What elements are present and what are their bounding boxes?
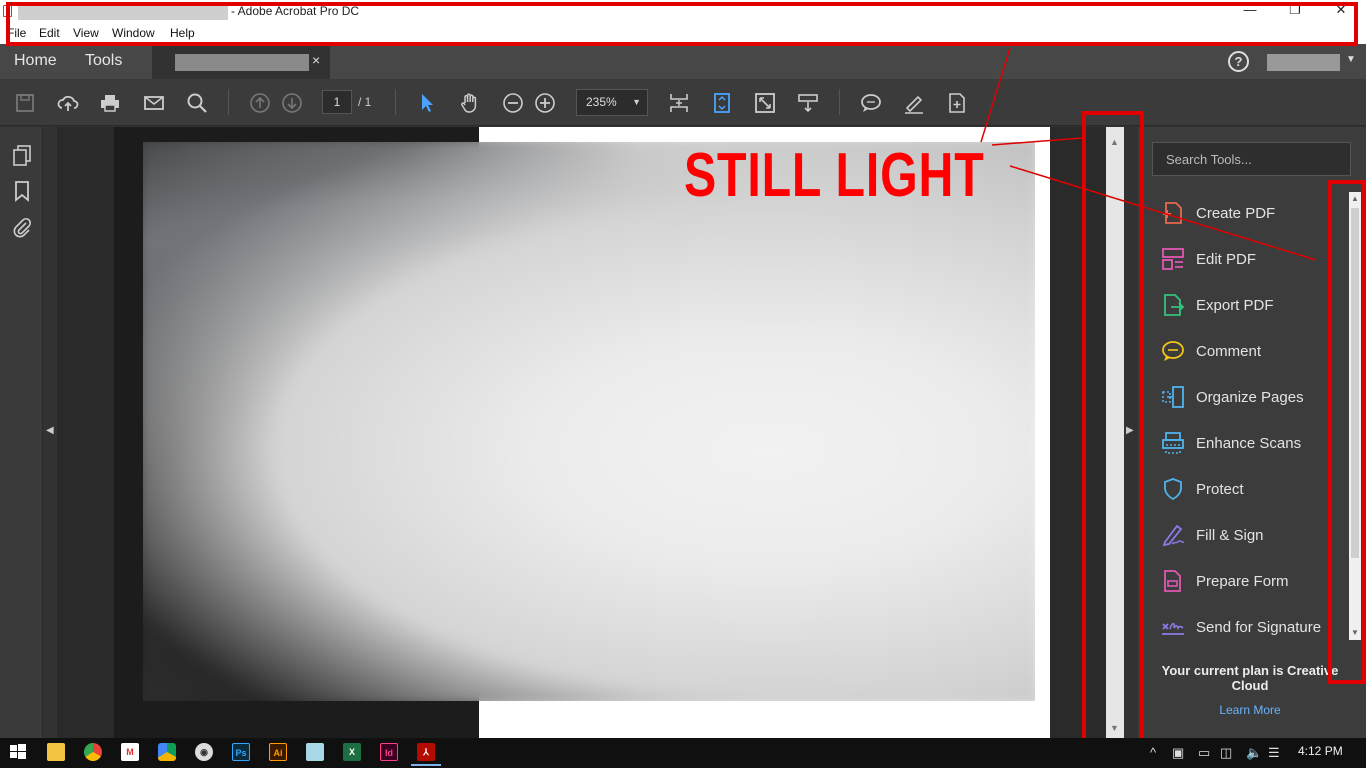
clock[interactable]: 4:12 PM <box>1298 744 1343 758</box>
print-icon[interactable] <box>98 91 122 115</box>
bookmark-icon[interactable] <box>11 180 33 202</box>
excel-icon[interactable]: X <box>343 743 361 761</box>
create-pdf-icon <box>1160 200 1186 226</box>
toolbar-divider <box>228 89 229 115</box>
annotation-box-panel-scrollbar <box>1328 180 1366 684</box>
comment-icon[interactable] <box>859 91 883 115</box>
redacted-document-name <box>175 54 309 71</box>
learn-more-link[interactable]: Learn More <box>1150 703 1350 717</box>
tool-send-for-signature[interactable]: Send for Signature <box>1160 614 1340 642</box>
email-icon[interactable] <box>142 91 166 115</box>
account-dropdown-icon[interactable]: ▼ <box>1346 54 1356 65</box>
indesign-icon[interactable]: Id <box>380 743 398 761</box>
send-signature-icon <box>1160 614 1186 640</box>
scroll-mode-icon[interactable] <box>710 91 734 115</box>
page-thumbnails-icon[interactable] <box>11 144 33 166</box>
volume-icon[interactable]: 🔈 <box>1246 745 1262 761</box>
attachment-icon[interactable] <box>11 216 33 238</box>
zoom-in-icon[interactable] <box>533 91 557 115</box>
blurred-photo-image <box>143 142 1035 701</box>
tool-protect[interactable]: Protect <box>1160 476 1340 504</box>
battery-icon[interactable]: ▭ <box>1198 745 1210 761</box>
annotation-still-light: STILL LIGHT <box>684 141 985 210</box>
file-explorer-icon[interactable] <box>47 743 65 761</box>
tool-label: Edit PDF <box>1196 251 1257 268</box>
toolbar-divider <box>395 89 396 115</box>
cloud-upload-icon[interactable] <box>56 91 80 115</box>
edit-pdf-icon <box>1160 246 1186 272</box>
account-name-redacted[interactable] <box>1267 54 1340 71</box>
save-icon[interactable] <box>13 91 37 115</box>
tool-edit-pdf[interactable]: Edit PDF <box>1160 246 1340 274</box>
tool-label: Organize Pages <box>1196 389 1304 406</box>
vpn-icon[interactable]: ◉ <box>195 743 213 761</box>
fit-page-icon[interactable] <box>667 91 691 115</box>
plan-info: Your current plan is Creative Cloud <box>1161 663 1339 693</box>
start-icon[interactable] <box>9 743 27 761</box>
prepare-form-icon <box>1160 568 1186 594</box>
google-drive-icon[interactable] <box>158 743 176 761</box>
fill-sign-icon <box>1160 522 1186 548</box>
notifications-icon[interactable]: ☰ <box>1268 745 1280 761</box>
select-arrow-icon[interactable] <box>415 91 439 115</box>
tool-label: Prepare Form <box>1196 573 1289 590</box>
enhance-scans-icon <box>1160 430 1186 456</box>
tab-document[interactable]: × <box>152 44 330 79</box>
page-total: / 1 <box>358 95 372 109</box>
collapse-left-pane-icon[interactable]: ◀ <box>46 425 54 436</box>
annotation-box-doc-scrollbar <box>1082 111 1144 747</box>
toolbar-divider <box>839 89 840 115</box>
annotation-box-title-menu <box>6 2 1358 46</box>
tool-label: Enhance Scans <box>1196 435 1302 452</box>
tool-label: Send for Signature <box>1196 619 1322 636</box>
tool-label: Create PDF <box>1196 205 1276 222</box>
tool-prepare-form[interactable]: Prepare Form <box>1160 568 1340 596</box>
tool-comment[interactable]: Comment <box>1160 338 1340 366</box>
tool-label: Protect <box>1196 481 1244 498</box>
hand-icon[interactable] <box>458 91 482 115</box>
add-page-icon[interactable] <box>945 91 969 115</box>
full-screen-icon[interactable] <box>753 91 777 115</box>
gmail-icon[interactable]: M <box>121 743 139 761</box>
windows-taskbar: M ◉ Ps Ai X Id ⅄ ^ ▣ ▭ ◫ 🔈 ☰ 4:12 PM <box>0 738 1366 768</box>
tabs-bar: Home Tools × ? ▼ <box>0 44 1366 79</box>
read-mode-icon[interactable] <box>796 91 820 115</box>
show-hidden-icons-icon[interactable]: ^ <box>1150 745 1156 760</box>
tool-enhance-scans[interactable]: Enhance Scans <box>1160 430 1340 458</box>
tool-create-pdf[interactable]: Create PDF <box>1160 200 1340 228</box>
page-up-icon[interactable] <box>248 91 272 115</box>
tool-label: Export PDF <box>1196 297 1274 314</box>
search-tools-input[interactable]: Search Tools... <box>1152 142 1351 176</box>
page-number-input[interactable]: 1 <box>322 90 352 114</box>
tool-label: Comment <box>1196 343 1262 360</box>
help-icon[interactable]: ? <box>1228 51 1249 72</box>
chrome-icon[interactable] <box>84 743 102 761</box>
network-adapter-icon[interactable]: ▣ <box>1172 745 1184 761</box>
close-tab-icon[interactable]: × <box>312 52 320 68</box>
illustrator-icon[interactable]: Ai <box>269 743 287 761</box>
export-pdf-icon <box>1160 292 1186 318</box>
tool-export-pdf[interactable]: Export PDF <box>1160 292 1340 320</box>
tool-label: Fill & Sign <box>1196 527 1264 544</box>
tool-organize-pages[interactable]: Organize Pages <box>1160 384 1340 412</box>
highlight-icon[interactable] <box>902 91 926 115</box>
page-down-icon[interactable] <box>280 91 304 115</box>
network-icon[interactable]: ◫ <box>1220 745 1232 761</box>
photoshop-icon[interactable]: Ps <box>232 743 250 761</box>
organize-pages-icon <box>1160 384 1186 410</box>
chevron-down-icon: ▼ <box>632 97 641 107</box>
protect-icon <box>1160 476 1186 502</box>
zoom-level-select[interactable]: 235% ▼ <box>576 89 648 116</box>
left-navigation-pane <box>0 127 43 738</box>
zoom-level-value: 235% <box>586 95 617 109</box>
zoom-out-icon[interactable] <box>501 91 525 115</box>
toolbar: 1 / 1 235% ▼ <box>0 79 1366 126</box>
search-icon[interactable] <box>185 91 209 115</box>
notes-icon[interactable] <box>306 743 324 761</box>
tab-home[interactable]: Home <box>14 52 57 70</box>
acrobat-icon[interactable]: ⅄ <box>411 743 441 766</box>
tool-fill-sign[interactable]: Fill & Sign <box>1160 522 1340 550</box>
tab-tools[interactable]: Tools <box>85 52 122 70</box>
comment-icon <box>1160 338 1186 364</box>
